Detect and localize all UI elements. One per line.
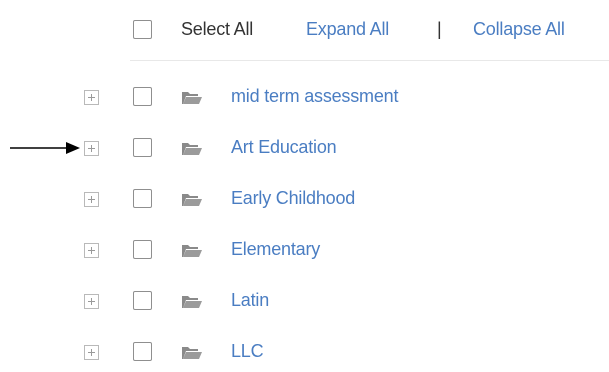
folder-icon xyxy=(181,192,203,207)
folder-icon xyxy=(181,294,203,309)
tree-row: LLC xyxy=(0,337,609,367)
tree-item-label[interactable]: mid term assessment xyxy=(231,84,398,108)
expand-plus-icon[interactable] xyxy=(84,345,99,360)
expand-plus-icon[interactable] xyxy=(84,90,99,105)
folder-icon xyxy=(181,90,203,105)
tree-item-label[interactable]: Elementary xyxy=(231,237,320,261)
expand-plus-icon[interactable] xyxy=(84,192,99,207)
row-checkbox[interactable] xyxy=(133,87,152,106)
tree-item-label[interactable]: Latin xyxy=(231,288,269,312)
tree-row: Early Childhood xyxy=(0,184,609,214)
tree-row: Art Education xyxy=(0,133,609,163)
tree-item-label[interactable]: Art Education xyxy=(231,135,337,159)
tree-item-label[interactable]: Early Childhood xyxy=(231,186,355,210)
folder-icon xyxy=(181,141,203,156)
folder-tree: mid term assessment Art Education Early … xyxy=(0,0,609,372)
expand-plus-icon[interactable] xyxy=(84,141,99,156)
tree-item-label[interactable]: LLC xyxy=(231,339,264,363)
tree-panel: Select All Expand All | Collapse All mid… xyxy=(0,0,609,372)
tree-row: Latin xyxy=(0,286,609,316)
row-checkbox[interactable] xyxy=(133,189,152,208)
tree-row: Elementary xyxy=(0,235,609,265)
tree-row: mid term assessment xyxy=(0,82,609,112)
folder-icon xyxy=(181,243,203,258)
expand-plus-icon[interactable] xyxy=(84,243,99,258)
row-checkbox[interactable] xyxy=(133,240,152,259)
row-checkbox[interactable] xyxy=(133,291,152,310)
row-checkbox[interactable] xyxy=(133,342,152,361)
arrow-right-icon xyxy=(10,140,80,156)
folder-icon xyxy=(181,345,203,360)
row-checkbox[interactable] xyxy=(133,138,152,157)
expand-plus-icon[interactable] xyxy=(84,294,99,309)
